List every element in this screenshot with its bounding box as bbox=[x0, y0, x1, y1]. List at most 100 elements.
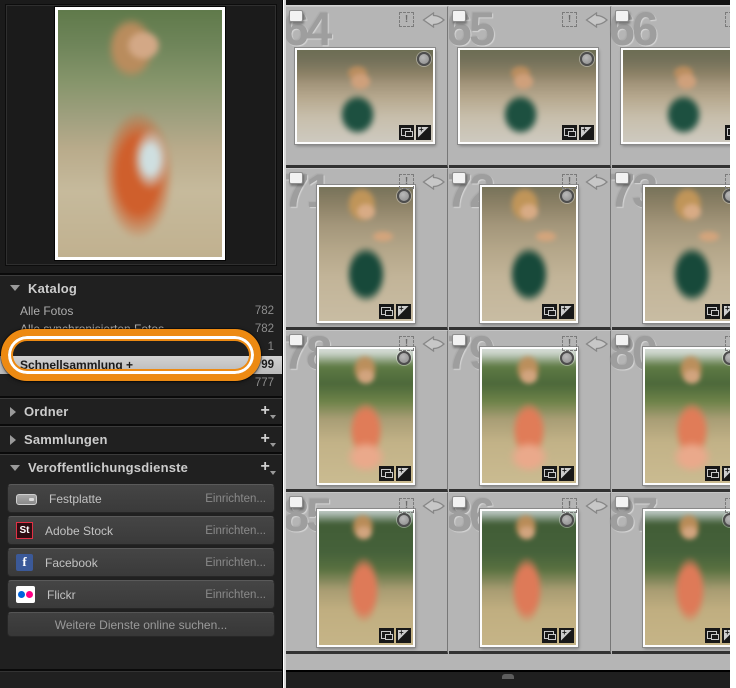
setup-link[interactable]: Einrichten... bbox=[205, 493, 266, 505]
photo-thumbnail[interactable] bbox=[480, 347, 578, 485]
collection-badge-icon[interactable] bbox=[379, 466, 394, 481]
grid-cell-85[interactable]: 85 ! bbox=[286, 492, 448, 654]
metadata-status-icon[interactable]: ! bbox=[399, 498, 414, 513]
photo-thumbnail[interactable] bbox=[621, 48, 730, 144]
setup-link[interactable]: Einrichten... bbox=[205, 557, 266, 569]
catalog-item-alle-fotos[interactable]: Alle Fotos 782 bbox=[0, 302, 282, 320]
flag-icon[interactable] bbox=[289, 172, 303, 184]
grid-cell-80[interactable]: 80 ! bbox=[612, 330, 730, 492]
metadata-status-icon[interactable]: ! bbox=[562, 174, 577, 189]
publish-service-facebook[interactable]: f Facebook Einrichten... bbox=[7, 548, 275, 577]
photo-thumbnail[interactable] bbox=[317, 509, 415, 647]
collection-badge-icon[interactable] bbox=[379, 628, 394, 643]
collection-badge-icon[interactable] bbox=[725, 125, 730, 140]
flag-icon[interactable] bbox=[452, 10, 466, 22]
add-publish-service-button[interactable]: + bbox=[260, 458, 270, 476]
quick-collection-marker-icon[interactable] bbox=[723, 351, 730, 365]
develop-settings-badge-icon[interactable] bbox=[722, 304, 730, 319]
photo-thumbnail[interactable] bbox=[317, 185, 415, 323]
collection-badge-icon[interactable] bbox=[562, 125, 577, 140]
photo-thumbnail[interactable] bbox=[480, 185, 578, 323]
metadata-status-icon[interactable]: ! bbox=[399, 336, 414, 351]
collection-badge-icon[interactable] bbox=[399, 125, 414, 140]
flag-icon[interactable] bbox=[615, 496, 629, 508]
catalog-item-synchronisierte-fotos[interactable]: Alle synchronisierten Fotos 782 bbox=[0, 320, 282, 338]
metadata-status-icon[interactable]: ! bbox=[725, 336, 730, 351]
add-collection-button[interactable]: + bbox=[260, 430, 270, 448]
collection-badge-icon[interactable] bbox=[705, 628, 720, 643]
find-more-services-button[interactable]: Weitere Dienste online suchen... bbox=[7, 612, 275, 637]
develop-settings-badge-icon[interactable] bbox=[559, 304, 574, 319]
photo-thumbnail[interactable] bbox=[480, 509, 578, 647]
develop-settings-badge-icon[interactable] bbox=[559, 466, 574, 481]
metadata-status-icon[interactable]: ! bbox=[399, 12, 414, 27]
collection-badge-icon[interactable] bbox=[542, 466, 557, 481]
quick-collection-marker-icon[interactable] bbox=[397, 513, 411, 527]
flag-icon[interactable] bbox=[452, 172, 466, 184]
grid-cell-87[interactable]: 87 ! bbox=[612, 492, 730, 654]
develop-settings-badge-icon[interactable] bbox=[579, 125, 594, 140]
publish-service-adobe-stock[interactable]: St Adobe Stock Einrichten... bbox=[7, 516, 275, 545]
quick-collection-marker-icon[interactable] bbox=[723, 189, 730, 203]
grid-cell-66[interactable]: 66 ! bbox=[612, 6, 730, 168]
publish-services-header[interactable]: Veroffentlichungsdienste + bbox=[0, 455, 282, 480]
quick-collection-marker-icon[interactable] bbox=[580, 52, 594, 66]
catalog-header[interactable]: Katalog bbox=[0, 276, 282, 300]
grid-cell-79[interactable]: 79 ! bbox=[449, 330, 611, 492]
photo-thumbnail[interactable] bbox=[317, 347, 415, 485]
catalog-item-obscured-2[interactable]: 777 bbox=[0, 374, 282, 392]
grid-cell-78[interactable]: 78 ! bbox=[286, 330, 448, 492]
quick-collection-marker-icon[interactable] bbox=[723, 513, 730, 527]
grid-cell-65[interactable]: 65 ! bbox=[449, 6, 611, 168]
publish-service-flickr[interactable]: Flickr Einrichten... bbox=[7, 580, 275, 609]
photo-thumbnail[interactable] bbox=[643, 185, 730, 323]
publish-service-festplatte[interactable]: Festplatte Einrichten... bbox=[7, 484, 275, 513]
catalog-item-obscured-1[interactable]: 1 bbox=[0, 338, 282, 356]
metadata-status-icon[interactable]: ! bbox=[562, 12, 577, 27]
metadata-status-icon[interactable]: ! bbox=[725, 12, 730, 27]
photo-thumbnail[interactable] bbox=[295, 48, 435, 144]
collection-badge-icon[interactable] bbox=[542, 304, 557, 319]
develop-settings-badge-icon[interactable] bbox=[416, 125, 431, 140]
metadata-status-icon[interactable]: ! bbox=[562, 336, 577, 351]
develop-settings-badge-icon[interactable] bbox=[396, 304, 411, 319]
flag-icon[interactable] bbox=[452, 334, 466, 346]
quick-collection-marker-icon[interactable] bbox=[417, 52, 431, 66]
quick-collection-marker-icon[interactable] bbox=[397, 351, 411, 365]
photo-thumbnail[interactable] bbox=[643, 347, 730, 485]
develop-settings-badge-icon[interactable] bbox=[722, 628, 730, 643]
collections-header[interactable]: Sammlungen + bbox=[0, 427, 282, 452]
setup-link[interactable]: Einrichten... bbox=[205, 589, 266, 601]
collection-badge-icon[interactable] bbox=[705, 304, 720, 319]
flag-icon[interactable] bbox=[615, 10, 629, 22]
add-folder-button[interactable]: + bbox=[260, 402, 270, 420]
develop-settings-badge-icon[interactable] bbox=[396, 466, 411, 481]
quick-collection-marker-icon[interactable] bbox=[397, 189, 411, 203]
metadata-status-icon[interactable]: ! bbox=[725, 498, 730, 513]
flag-icon[interactable] bbox=[615, 334, 629, 346]
navigator-photo[interactable] bbox=[55, 7, 225, 260]
collection-badge-icon[interactable] bbox=[542, 628, 557, 643]
photo-thumbnail[interactable] bbox=[643, 509, 730, 647]
develop-settings-badge-icon[interactable] bbox=[559, 628, 574, 643]
grid-cell-72[interactable]: 72 ! bbox=[449, 168, 611, 330]
collection-badge-icon[interactable] bbox=[379, 304, 394, 319]
quick-collection-marker-icon[interactable] bbox=[560, 513, 574, 527]
metadata-status-icon[interactable]: ! bbox=[725, 174, 730, 189]
grid-cell-86[interactable]: 86 ! bbox=[449, 492, 611, 654]
quick-collection-marker-icon[interactable] bbox=[560, 351, 574, 365]
grid-cell-64[interactable]: 64 ! bbox=[286, 6, 448, 168]
develop-settings-badge-icon[interactable] bbox=[396, 628, 411, 643]
catalog-item-schnellsammlung[interactable]: Schnellsammlung + 99 bbox=[0, 356, 282, 374]
collection-badge-icon[interactable] bbox=[705, 466, 720, 481]
grid-cell-71[interactable]: 71 ! bbox=[286, 168, 448, 330]
flag-icon[interactable] bbox=[452, 496, 466, 508]
setup-link[interactable]: Einrichten... bbox=[205, 525, 266, 537]
quick-collection-marker-icon[interactable] bbox=[560, 189, 574, 203]
metadata-status-icon[interactable]: ! bbox=[399, 174, 414, 189]
flag-icon[interactable] bbox=[615, 172, 629, 184]
flag-icon[interactable] bbox=[289, 10, 303, 22]
photo-thumbnail[interactable] bbox=[458, 48, 598, 144]
grid-cell-73[interactable]: 73 ! bbox=[612, 168, 730, 330]
panel-reveal-notch[interactable] bbox=[502, 674, 514, 679]
